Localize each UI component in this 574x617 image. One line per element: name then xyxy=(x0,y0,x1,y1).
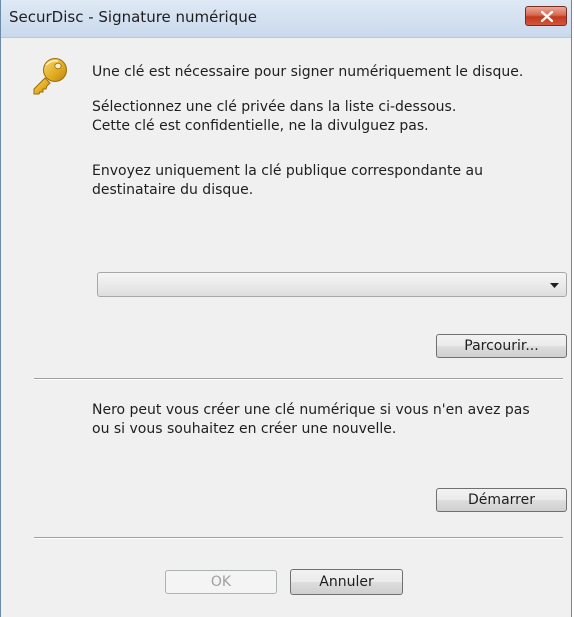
separator xyxy=(34,378,563,380)
close-button[interactable] xyxy=(525,6,567,26)
instruction-text: Une clé est nécessaire pour signer numér… xyxy=(92,64,524,80)
recipient-text: destinataire du disque. xyxy=(92,182,254,198)
select-key-text: Sélectionnez une clé privée dans la list… xyxy=(92,99,457,115)
nero-create-text: Nero peut vous créer une clé numérique s… xyxy=(92,402,530,418)
browse-button[interactable]: Parcourir... xyxy=(436,334,567,358)
confidential-text: Cette clé est confidentielle, ne la divu… xyxy=(92,118,429,134)
chevron-down-icon xyxy=(550,283,559,288)
nero-create-text-2: ou si vous souhaitez en créer une nouvel… xyxy=(92,421,397,437)
private-key-select[interactable] xyxy=(97,272,567,297)
key-icon xyxy=(33,58,67,95)
window-title: SecurDisc - Signature numérique xyxy=(9,8,257,26)
separator xyxy=(34,537,563,539)
close-icon xyxy=(541,11,553,22)
dialog-window: SecurDisc - Signature numérique Une clé … xyxy=(0,0,572,617)
ok-button[interactable]: OK xyxy=(165,570,277,594)
public-key-text: Envoyez uniquement la clé publique corre… xyxy=(92,163,483,179)
start-button[interactable]: Démarrer xyxy=(436,488,567,512)
cancel-button[interactable]: Annuler xyxy=(290,569,403,595)
title-bar[interactable]: SecurDisc - Signature numérique xyxy=(1,0,571,38)
